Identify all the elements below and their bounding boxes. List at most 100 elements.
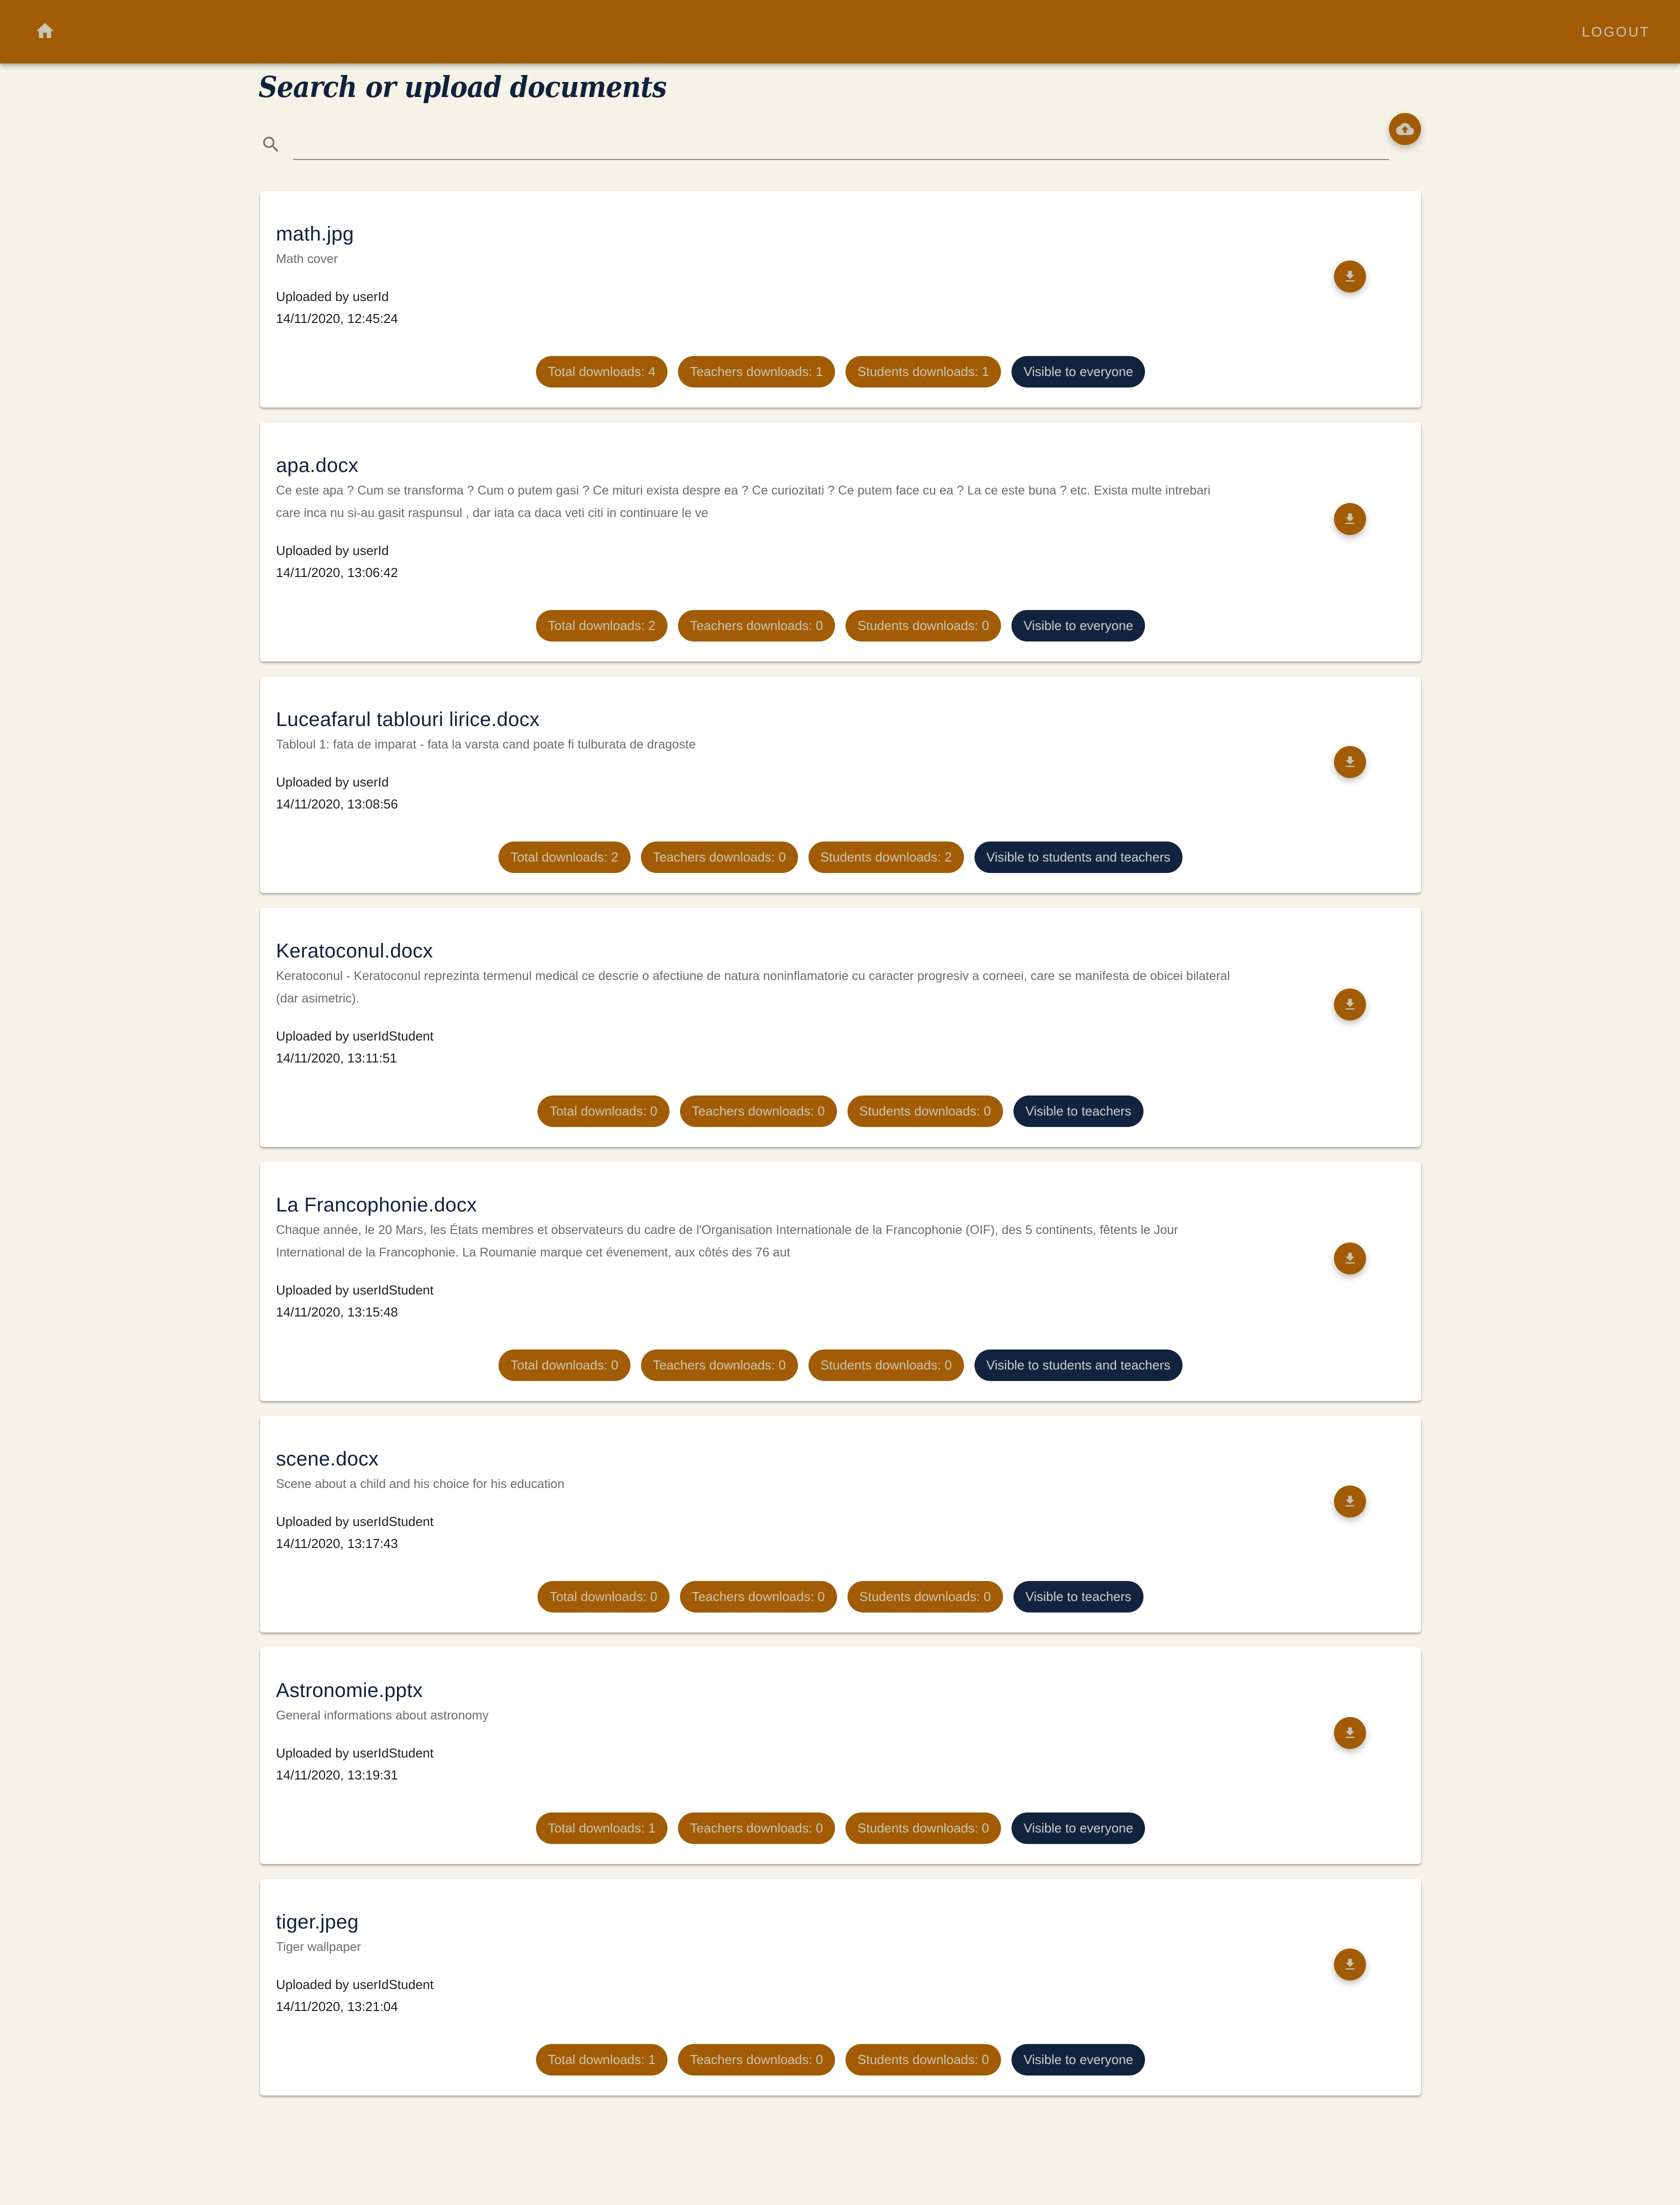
document-date: 14/11/2020, 13:21:04	[276, 1999, 398, 2014]
document-name: math.jpg	[276, 223, 354, 245]
visibility-chip: Visible to everyone	[1012, 356, 1146, 388]
visibility-chip: Visible to teachers	[1013, 1096, 1144, 1127]
document-name: tiger.jpeg	[276, 1911, 359, 1933]
teachers-downloads-chip: Teachers downloads: 1	[678, 356, 836, 388]
download-icon	[1346, 1727, 1354, 1738]
visibility-chip: Visible to everyone	[1012, 610, 1146, 642]
teachers-downloads-chip: Teachers downloads: 0	[678, 2044, 836, 2076]
document-stats: Total downloads: 4 Teachers downloads: 1…	[276, 356, 1405, 388]
teachers-downloads-chip: Teachers downloads: 0	[678, 1812, 836, 1844]
students-downloads-chip: Students downloads: 0	[847, 1581, 1003, 1612]
document-description: Tabloul 1: fata de imparat - fata la var…	[276, 738, 696, 752]
total-downloads-chip: Total downloads: 4	[536, 356, 668, 388]
total-downloads-chip: Total downloads: 0	[498, 1350, 630, 1381]
cloud-upload-icon	[1396, 123, 1414, 135]
download-icon	[1346, 270, 1354, 282]
teachers-downloads-chip: Teachers downloads: 0	[680, 1096, 837, 1127]
visibility-chip: Visible to students and teachers	[974, 842, 1182, 873]
download-button[interactable]	[1334, 988, 1366, 1020]
download-button[interactable]	[1334, 746, 1366, 778]
document-name: Astronomie.pptx	[276, 1680, 423, 1702]
document-name: scene.docx	[276, 1448, 379, 1470]
students-downloads-chip: Students downloads: 1	[846, 356, 1002, 388]
document-name: La Francophonie.docx	[276, 1194, 477, 1216]
visibility-chip: Visible to everyone	[1012, 2044, 1146, 2076]
download-icon	[1346, 1958, 1354, 1970]
document-stats: Total downloads: 0 Teachers downloads: 0…	[276, 1096, 1405, 1127]
document-date: 14/11/2020, 13:11:51	[276, 1050, 397, 1066]
students-downloads-chip: Students downloads: 2	[808, 842, 964, 873]
download-icon	[1346, 1252, 1354, 1264]
document-description: General informations about astronomy	[276, 1708, 489, 1722]
visibility-chip: Visible to teachers	[1013, 1581, 1144, 1612]
download-button[interactable]	[1334, 1948, 1366, 1980]
students-downloads-chip: Students downloads: 0	[808, 1350, 964, 1381]
document-date: 14/11/2020, 13:08:56	[276, 796, 398, 812]
search-input[interactable]	[293, 135, 1389, 160]
download-icon	[1346, 513, 1354, 524]
document-stats: Total downloads: 0 Teachers downloads: 0…	[276, 1581, 1405, 1612]
document-date: 14/11/2020, 13:06:42	[276, 565, 398, 580]
upload-button[interactable]	[1389, 113, 1421, 145]
total-downloads-chip: Total downloads: 1	[536, 2044, 668, 2076]
document-uploader: Uploaded by userIdStudent	[276, 1746, 434, 1760]
document-stats: Total downloads: 2 Teachers downloads: 0…	[276, 842, 1405, 873]
document-uploader: Uploaded by userId	[276, 543, 389, 558]
download-button[interactable]	[1334, 260, 1366, 292]
document-stats: Total downloads: 2 Teachers downloads: 0…	[276, 610, 1405, 642]
document-name: Keratoconul.docx	[276, 940, 433, 962]
download-icon	[1346, 756, 1354, 767]
students-downloads-chip: Students downloads: 0	[846, 610, 1002, 642]
students-downloads-chip: Students downloads: 0	[846, 1812, 1002, 1844]
document-uploader: Uploaded by userId	[276, 289, 389, 304]
document-card: Keratoconul.docx Keratoconul - Keratocon…	[260, 908, 1421, 1147]
download-button[interactable]	[1334, 1242, 1366, 1274]
document-card: apa.docx Ce este apa ? Cum se transforma…	[260, 422, 1421, 662]
document-description: Ce este apa ? Cum se transforma ? Cum o …	[276, 484, 1210, 520]
document-description: Keratoconul - Keratoconul reprezinta ter…	[276, 969, 1230, 1006]
total-downloads-chip: Total downloads: 0	[538, 1096, 670, 1127]
document-card: Luceafarul tablouri lirice.docx Tabloul …	[260, 676, 1421, 893]
document-description: Tiger wallpaper	[276, 1940, 361, 1954]
visibility-chip: Visible to students and teachers	[974, 1350, 1182, 1381]
home-button[interactable]	[29, 15, 61, 47]
document-card: tiger.jpeg Tiger wallpaper Uploaded by u…	[260, 1879, 1421, 2096]
document-date: 14/11/2020, 12:45:24	[276, 311, 398, 326]
document-stats: Total downloads: 1 Teachers downloads: 0…	[276, 2044, 1405, 2076]
document-uploader: Uploaded by userId	[276, 774, 389, 790]
download-button[interactable]	[1334, 503, 1366, 535]
document-stats: Total downloads: 0 Teachers downloads: 0…	[276, 1350, 1405, 1381]
visibility-chip: Visible to everyone	[1012, 1812, 1146, 1844]
teachers-downloads-chip: Teachers downloads: 0	[680, 1581, 837, 1612]
download-button[interactable]	[1334, 1485, 1366, 1518]
logout-button[interactable]: LOGOUT	[1582, 19, 1650, 45]
total-downloads-chip: Total downloads: 0	[538, 1581, 670, 1612]
document-uploader: Uploaded by userIdStudent	[276, 1977, 434, 1992]
document-name: Luceafarul tablouri lirice.docx	[276, 708, 540, 730]
document-card: scene.docx Scene about a child and his c…	[260, 1416, 1421, 1632]
document-date: 14/11/2020, 13:17:43	[276, 1536, 398, 1551]
download-button[interactable]	[1334, 1716, 1366, 1749]
total-downloads-chip: Total downloads: 2	[498, 842, 630, 873]
document-uploader: Uploaded by userIdStudent	[276, 1282, 434, 1298]
document-uploader: Uploaded by userIdStudent	[276, 1514, 434, 1529]
document-card: La Francophonie.docx Chaque année, le 20…	[260, 1162, 1421, 1401]
document-date: 14/11/2020, 13:19:31	[276, 1768, 398, 1782]
document-uploader: Uploaded by userIdStudent	[276, 1028, 434, 1044]
document-date: 14/11/2020, 13:15:48	[276, 1304, 398, 1320]
document-description: Math cover	[276, 252, 338, 266]
students-downloads-chip: Students downloads: 0	[847, 1096, 1003, 1127]
total-downloads-chip: Total downloads: 1	[536, 1812, 668, 1844]
teachers-downloads-chip: Teachers downloads: 0	[640, 842, 798, 873]
teachers-downloads-chip: Teachers downloads: 0	[640, 1350, 798, 1381]
total-downloads-chip: Total downloads: 2	[536, 610, 668, 642]
home-icon	[36, 23, 54, 38]
page-title: Search or upload documents	[258, 70, 667, 104]
document-list: math.jpg Math cover Uploaded by userId 1…	[260, 191, 1421, 2110]
search-icon	[263, 136, 278, 152]
download-icon	[1346, 1496, 1354, 1506]
top-app-bar: LOGOUT	[0, 0, 1680, 64]
document-card: Astronomie.pptx General informations abo…	[260, 1648, 1421, 1864]
download-icon	[1346, 998, 1354, 1010]
document-stats: Total downloads: 1 Teachers downloads: 0…	[276, 1812, 1405, 1844]
